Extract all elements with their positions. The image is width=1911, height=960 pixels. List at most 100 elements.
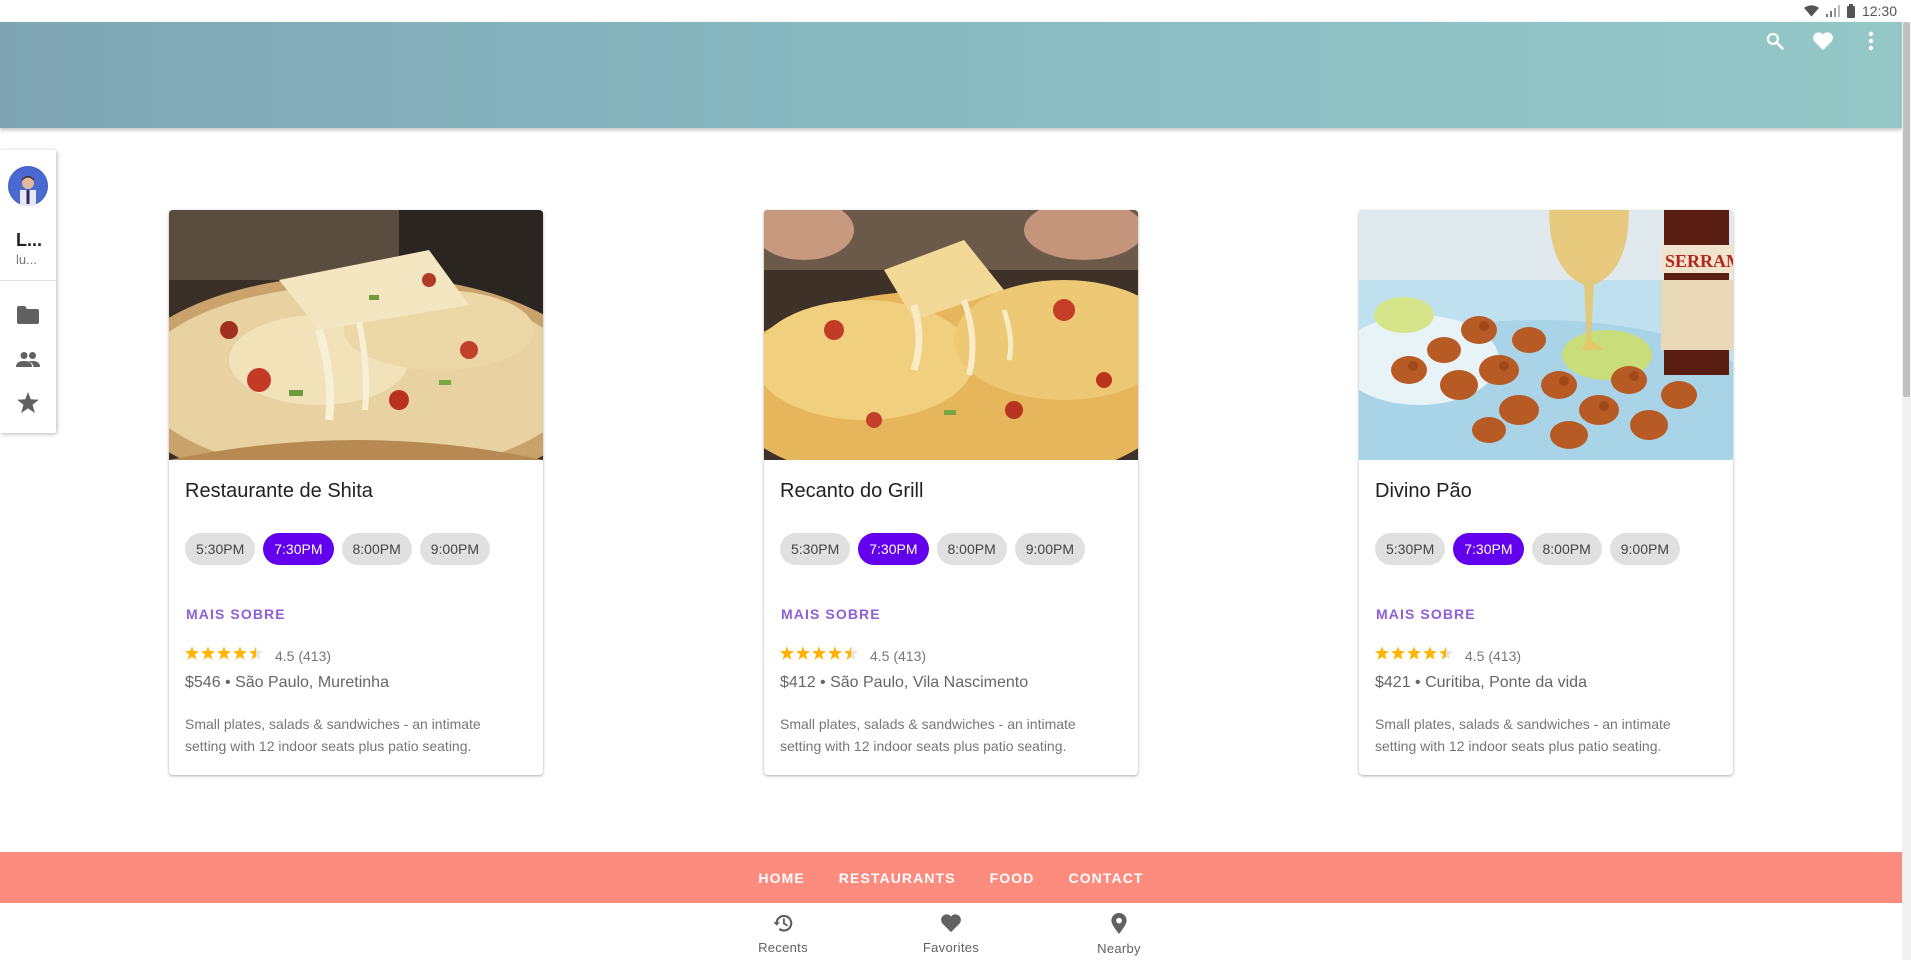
card-title: Recanto do Grill bbox=[780, 480, 924, 502]
bottom-nav-favorites[interactable]: Favorites bbox=[906, 913, 996, 955]
card-title: Restaurante de Shita bbox=[185, 480, 373, 502]
footer-link-restaurants[interactable]: RESTAURANTS bbox=[839, 870, 956, 886]
time-chip-group: 5:30PM 7:30PM 8:00PM 9:00PM bbox=[185, 533, 490, 565]
more-vert-icon bbox=[1868, 31, 1874, 56]
card-image-fried-food[interactable]: SERRAMA bbox=[1359, 210, 1733, 460]
star-rating bbox=[185, 646, 263, 665]
navigation-drawer: L... lu... bbox=[0, 150, 56, 433]
heart-icon bbox=[940, 913, 962, 938]
footer-link-food[interactable]: FOOD bbox=[990, 870, 1035, 886]
restaurant-card: Recanto do Grill 5:30PM 7:30PM 8:00PM 9:… bbox=[764, 210, 1138, 775]
drawer-item-folder[interactable] bbox=[16, 305, 40, 329]
time-chip-group: 5:30PM 7:30PM 8:00PM 9:00PM bbox=[780, 533, 1085, 565]
more-options-button[interactable] bbox=[1858, 30, 1884, 56]
rating-row: 4.5 (413) bbox=[1375, 646, 1521, 665]
rating-star-icon bbox=[828, 646, 842, 665]
rating-text: 4.5 (413) bbox=[870, 647, 927, 664]
time-chip[interactable]: 5:30PM bbox=[1375, 533, 1446, 565]
card-description: Small plates, salads & sandwiches - an i… bbox=[185, 716, 481, 754]
app-root: 12:30 L... lu... Restaurante de Shita 5:… bbox=[0, 0, 1911, 960]
rating-row: 4.5 (413) bbox=[780, 646, 926, 665]
more-about-button[interactable]: MAIS SOBRE bbox=[186, 606, 286, 622]
footer-nav: HOME RESTAURANTS FOOD CONTACT bbox=[0, 852, 1902, 903]
rating-text: 4.5 (413) bbox=[1465, 647, 1522, 664]
rating-star-icon bbox=[233, 646, 247, 665]
rating-star-icon bbox=[185, 646, 199, 665]
drawer-item-star[interactable] bbox=[16, 392, 40, 418]
rating-text: 4.5 (413) bbox=[275, 647, 332, 664]
folder-icon bbox=[17, 305, 39, 329]
rating-star-icon bbox=[1391, 646, 1405, 665]
time-chip-selected[interactable]: 7:30PM bbox=[1453, 533, 1524, 565]
time-chip[interactable]: 8:00PM bbox=[341, 533, 412, 565]
drawer-divider bbox=[0, 280, 56, 281]
price-location: $421 • Curitiba, Ponte da vida bbox=[1375, 674, 1587, 691]
rating-star-icon bbox=[780, 646, 794, 665]
rating-star-icon bbox=[249, 646, 263, 665]
signal-icon bbox=[1825, 5, 1840, 17]
avatar[interactable] bbox=[8, 166, 48, 206]
time-chip[interactable]: 9:00PM bbox=[419, 533, 490, 565]
rating-row: 4.5 (413) bbox=[185, 646, 331, 665]
more-about-button[interactable]: MAIS SOBRE bbox=[781, 606, 881, 622]
app-bar-actions bbox=[1762, 30, 1884, 56]
status-bar: 12:30 bbox=[0, 0, 1911, 22]
restaurant-card: SERRAMA bbox=[1359, 210, 1733, 775]
rating-star-icon bbox=[1439, 646, 1453, 665]
bottom-nav-label: Recents bbox=[758, 940, 808, 955]
heart-icon bbox=[1812, 31, 1834, 56]
top-app-bar bbox=[0, 22, 1902, 128]
location-pin-icon bbox=[1111, 913, 1127, 939]
time-chip-group: 5:30PM 7:30PM 8:00PM 9:00PM bbox=[1375, 533, 1680, 565]
star-icon bbox=[17, 392, 39, 418]
wifi-icon bbox=[1803, 5, 1819, 17]
user-name: L... bbox=[16, 230, 42, 250]
price-location: $412 • São Paulo, Vila Nascimento bbox=[780, 674, 1029, 691]
history-icon bbox=[772, 913, 794, 938]
rating-star-icon bbox=[217, 646, 231, 665]
svg-text:SERRAMA: SERRAMA bbox=[1665, 251, 1733, 271]
favorite-button[interactable] bbox=[1810, 30, 1836, 56]
rating-star-icon bbox=[844, 646, 858, 665]
battery-icon bbox=[1846, 4, 1855, 18]
rating-star-icon bbox=[1407, 646, 1421, 665]
card-image-pizza[interactable] bbox=[764, 210, 1138, 460]
time-chip[interactable]: 8:00PM bbox=[1531, 533, 1602, 565]
bottom-navigation: Recents Favorites Nearby bbox=[0, 903, 1902, 960]
card-description: Small plates, salads & sandwiches - an i… bbox=[780, 716, 1076, 754]
time-chip[interactable]: 5:30PM bbox=[185, 533, 256, 565]
rating-star-icon bbox=[796, 646, 810, 665]
bottom-nav-label: Favorites bbox=[922, 940, 980, 955]
time-chip-selected[interactable]: 7:30PM bbox=[263, 533, 334, 565]
rating-star-icon bbox=[812, 646, 826, 665]
rating-star-icon bbox=[201, 646, 215, 665]
time-chip-selected[interactable]: 7:30PM bbox=[858, 533, 929, 565]
restaurant-card: Restaurante de Shita 5:30PM 7:30PM 8:00P… bbox=[169, 210, 543, 775]
star-rating bbox=[780, 646, 858, 665]
card-title: Divino Pão bbox=[1375, 480, 1472, 502]
time-chip[interactable]: 9:00PM bbox=[1014, 533, 1085, 565]
scrollbar-thumb[interactable] bbox=[1903, 22, 1910, 397]
star-rating bbox=[1375, 646, 1453, 665]
bottom-nav-nearby[interactable]: Nearby bbox=[1074, 913, 1164, 956]
status-icons: 12:30 bbox=[1803, 2, 1897, 20]
card-description: Small plates, salads & sandwiches - an i… bbox=[1375, 716, 1671, 754]
user-email: lu... bbox=[16, 252, 37, 267]
bottom-nav-recents[interactable]: Recents bbox=[738, 913, 828, 955]
page-scrollbar[interactable] bbox=[1902, 22, 1911, 960]
time-chip[interactable]: 8:00PM bbox=[936, 533, 1007, 565]
footer-link-contact[interactable]: CONTACT bbox=[1068, 870, 1143, 886]
card-image-pizza[interactable] bbox=[169, 210, 543, 460]
more-about-button[interactable]: MAIS SOBRE bbox=[1376, 606, 1476, 622]
time-chip[interactable]: 9:00PM bbox=[1609, 533, 1680, 565]
people-icon bbox=[16, 351, 40, 372]
drawer-item-people[interactable] bbox=[16, 349, 40, 373]
footer-link-home[interactable]: HOME bbox=[758, 870, 804, 886]
price-location: $546 • São Paulo, Muretinha bbox=[185, 674, 389, 691]
rating-star-icon bbox=[1375, 646, 1389, 665]
search-icon bbox=[1765, 31, 1785, 56]
search-button[interactable] bbox=[1762, 30, 1788, 56]
time-chip[interactable]: 5:30PM bbox=[780, 533, 851, 565]
status-time: 12:30 bbox=[1861, 3, 1897, 19]
rating-star-icon bbox=[1423, 646, 1437, 665]
